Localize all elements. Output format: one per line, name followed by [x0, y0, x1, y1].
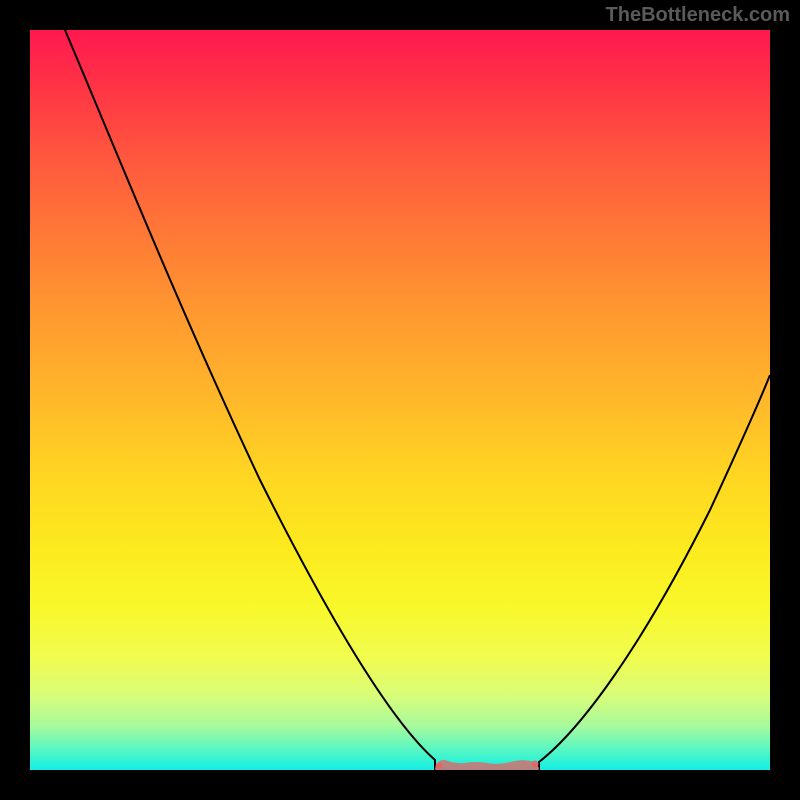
optimal-range-fill: [435, 760, 539, 770]
optimal-range-right-dot: [532, 761, 539, 768]
chart-plot-area: [30, 30, 770, 770]
curve-path: [65, 30, 770, 770]
optimal-range-marker: [435, 756, 539, 770]
watermark-label: TheBottleneck.com: [606, 4, 790, 27]
optimal-range-left-dot: [436, 763, 443, 770]
bottleneck-curve: [30, 30, 770, 770]
